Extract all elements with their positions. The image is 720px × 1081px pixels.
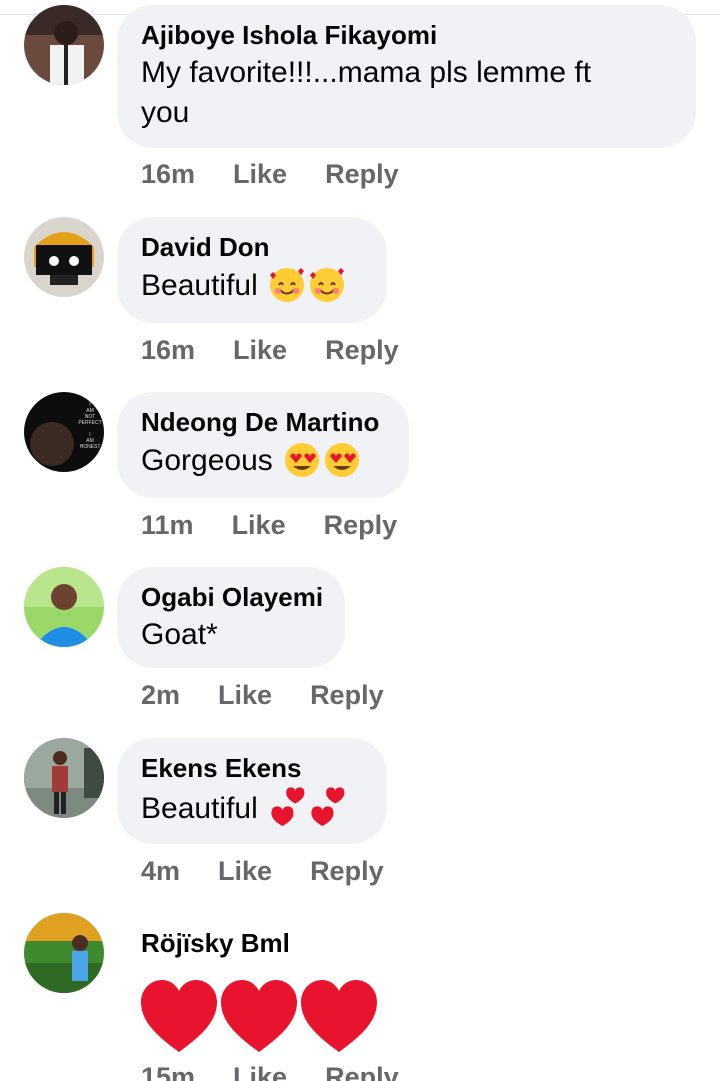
like-button[interactable]: Like bbox=[218, 856, 272, 887]
comment-bubble[interactable]: Ajiboye Ishola Fikayomi My favorite!!!..… bbox=[117, 5, 696, 148]
avatar[interactable] bbox=[24, 567, 104, 647]
avatar[interactable] bbox=[24, 738, 104, 818]
comment-actions: 4m Like Reply bbox=[141, 856, 384, 887]
comment-time[interactable]: 11m bbox=[141, 510, 194, 541]
comment-text-content: Beautiful bbox=[141, 792, 258, 825]
comment-text: My favorite!!!...mama pls lemme ft you bbox=[141, 53, 672, 133]
like-button[interactable]: Like bbox=[232, 510, 286, 541]
comment-actions: 2m Like Reply bbox=[141, 680, 384, 711]
reply-button[interactable]: Reply bbox=[325, 335, 399, 366]
comment-time[interactable]: 16m bbox=[141, 335, 195, 366]
reply-button[interactable]: Reply bbox=[324, 510, 398, 541]
comment-text: Goat* bbox=[141, 615, 321, 655]
avatar[interactable] bbox=[24, 913, 104, 993]
comment-author[interactable]: Ekens Ekens bbox=[141, 752, 363, 784]
reply-button[interactable]: Reply bbox=[310, 856, 384, 887]
comment-text: Beautiful bbox=[141, 786, 363, 837]
comment-time[interactable]: 16m bbox=[141, 159, 195, 190]
two-hearts-icon bbox=[268, 786, 348, 837]
comment-author[interactable]: Ndeong De Martino bbox=[141, 406, 385, 438]
comment-bubble[interactable]: Ekens Ekens Beautiful bbox=[117, 738, 387, 844]
avatar[interactable] bbox=[24, 217, 104, 297]
comment-text-content: Beautiful bbox=[141, 269, 258, 302]
comments-feed: Ajiboye Ishola Fikayomi My favorite!!!..… bbox=[0, 0, 720, 1081]
comment-author[interactable]: David Don bbox=[141, 231, 363, 263]
comment-author[interactable]: Ajiboye Ishola Fikayomi bbox=[141, 19, 672, 51]
like-button[interactable]: Like bbox=[233, 159, 287, 190]
comment-author[interactable]: Röjïsky Bml bbox=[141, 928, 290, 959]
avatar-text: PERFECT bbox=[78, 420, 101, 426]
comment-text: Beautiful bbox=[141, 265, 363, 314]
comment-text-content: Gorgeous bbox=[141, 444, 273, 477]
comment-bubble[interactable]: Ogabi Olayemi Goat* bbox=[117, 567, 345, 668]
comment-actions: 16m Like Reply bbox=[141, 335, 399, 366]
avatar-text: HONEST bbox=[80, 444, 101, 450]
comment-actions: 11m Like Reply bbox=[141, 510, 397, 541]
avatar[interactable]: I AM NOT PERFECT I AM HONEST bbox=[24, 392, 104, 472]
like-button[interactable]: Like bbox=[233, 1062, 287, 1081]
comment-text: Gorgeous bbox=[141, 440, 385, 489]
like-button[interactable]: Like bbox=[233, 335, 287, 366]
red-heart-icon bbox=[141, 978, 381, 1059]
comment-text-line: My favorite!!!...mama pls lemme ft bbox=[141, 56, 592, 89]
comment-actions: 15m Like Reply bbox=[141, 1062, 399, 1081]
comment-time[interactable]: 4m bbox=[141, 856, 180, 887]
comment-bubble[interactable]: David Don Beautiful bbox=[117, 217, 387, 323]
avatar[interactable] bbox=[24, 5, 104, 85]
comment-time[interactable]: 15m bbox=[141, 1062, 195, 1081]
comment-text-line: you bbox=[141, 96, 190, 129]
heart-eyes-icon bbox=[283, 440, 361, 489]
comment-text-content: Goat* bbox=[141, 618, 218, 651]
reply-button[interactable]: Reply bbox=[325, 1062, 399, 1081]
comment-author[interactable]: Ogabi Olayemi bbox=[141, 581, 323, 613]
comment-bubble[interactable]: Ndeong De Martino Gorgeous bbox=[117, 392, 409, 498]
reply-button[interactable]: Reply bbox=[325, 159, 399, 190]
comment-actions: 16m Like Reply bbox=[141, 159, 399, 190]
comment-time[interactable]: 2m bbox=[141, 680, 180, 711]
like-button[interactable]: Like bbox=[218, 680, 272, 711]
smiling-face-with-hearts-icon bbox=[268, 265, 346, 314]
reply-button[interactable]: Reply bbox=[310, 680, 384, 711]
